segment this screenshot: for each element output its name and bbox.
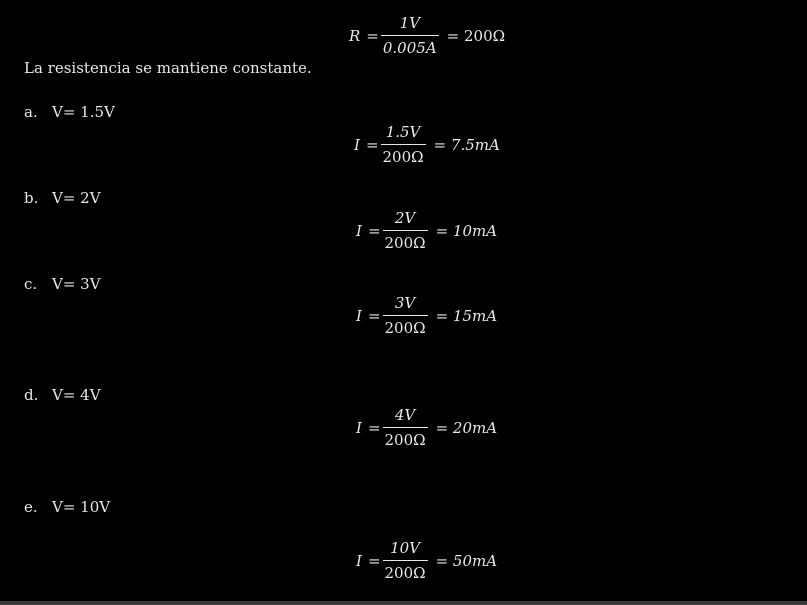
eq-fraction: 2V 200Ω [382, 209, 428, 252]
eq-denominator: 0.005A [380, 35, 439, 57]
list-item: a. V= 1.5V [24, 103, 115, 121]
eq-result: = 10mA [435, 221, 498, 240]
eq-fraction: 4V 200Ω [382, 406, 428, 449]
eq-denominator: 200Ω [382, 315, 428, 337]
eq-numerator: 1.5V [385, 123, 421, 141]
list-item: b. V= 2V [24, 189, 101, 207]
eq-numerator: 4V [394, 406, 416, 424]
eq-denominator: 200Ω [382, 427, 428, 449]
current-equation: I = 10V 200Ω = 50mA [356, 539, 503, 582]
eq-sign: = [367, 418, 381, 437]
resistance-equation: R = 1V 0.005A = 200Ω [349, 14, 511, 57]
current-equation: I = 1.5V 200Ω = 7.5mA [354, 123, 506, 166]
list-marker: d. [24, 386, 39, 404]
eq-fraction: 1V 0.005A [380, 14, 439, 57]
eq-lhs: R [349, 26, 361, 45]
eq-lhs: I [356, 221, 362, 240]
current-equation: I = 4V 200Ω = 20mA [356, 406, 503, 449]
eq-sign: = [365, 135, 379, 154]
list-marker: a. [24, 103, 38, 121]
eq-result: = 20mA [435, 418, 498, 437]
eq-fraction: 1.5V 200Ω [380, 123, 426, 166]
statement-text: La resistencia se mantiene constante. [24, 59, 312, 77]
item-label: V= 1.5V [52, 103, 115, 121]
item-label: V= 10V [52, 498, 111, 516]
item-label: V= 4V [52, 386, 101, 404]
eq-numerator: 10V [390, 539, 421, 557]
eq-result: = 50mA [435, 551, 498, 570]
eq-result: = 15mA [435, 306, 498, 325]
list-marker: b. [24, 189, 39, 207]
eq-sign: = [367, 221, 381, 240]
document-page: R = 1V 0.005A = 200Ω La resistencia se m… [0, 0, 807, 605]
eq-numerator: 1V [399, 14, 420, 32]
eq-fraction: 10V 200Ω [382, 539, 428, 582]
eq-result: = 200Ω [446, 26, 506, 45]
list-marker: e. [24, 498, 38, 516]
eq-lhs: I [354, 135, 360, 154]
bottom-divider [0, 601, 807, 605]
current-equation: I = 3V 200Ω = 15mA [356, 294, 503, 337]
eq-denominator: 200Ω [382, 560, 428, 582]
eq-sign: = [367, 306, 381, 325]
item-label: V= 2V [52, 189, 101, 207]
list-marker: c. [24, 275, 38, 293]
current-equation: I = 2V 200Ω = 10mA [356, 209, 503, 252]
eq-fraction: 3V 200Ω [382, 294, 428, 337]
list-item: d. V= 4V [24, 386, 101, 404]
eq-lhs: I [356, 551, 362, 570]
item-label: V= 3V [52, 275, 101, 293]
eq-sign: = [367, 551, 381, 570]
eq-numerator: 3V [394, 294, 416, 312]
eq-sign: = [366, 26, 379, 45]
eq-denominator: 200Ω [380, 144, 426, 166]
eq-denominator: 200Ω [382, 230, 428, 252]
eq-numerator: 2V [394, 209, 416, 227]
eq-lhs: I [356, 306, 362, 325]
eq-lhs: I [356, 418, 362, 437]
list-item: c. V= 3V [24, 275, 101, 293]
list-item: e. V= 10V [24, 498, 110, 516]
eq-result: = 7.5mA [433, 135, 500, 154]
